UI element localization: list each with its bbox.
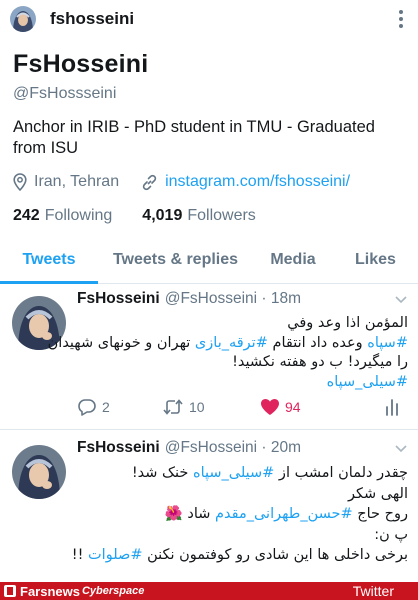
like-count: 94 <box>285 399 301 415</box>
tweet-line: برخی داخلی ها این شادی رو کوفتمون نکنن #… <box>72 545 408 566</box>
tab-tweets-and-replies[interactable]: Tweets & replies <box>98 236 253 283</box>
tweet-text-span: چقدر دلمان امشب از <box>274 465 408 481</box>
retweet-icon <box>163 399 183 415</box>
tweet-author-meta: @FsHosseini · 18m <box>164 290 302 307</box>
location-pin-icon <box>13 173 27 191</box>
hashtag[interactable]: #حسن_طهرانی_مقدم <box>215 506 353 522</box>
following-stat[interactable]: 242 Following <box>13 207 112 225</box>
top-bar: fshosseini <box>0 0 418 38</box>
tweet-actions: 2 10 94 <box>77 398 407 416</box>
avatar-icon <box>12 445 66 499</box>
heart-icon <box>261 399 279 415</box>
tweet-author-meta: @FsHosseini · 20m <box>164 439 302 456</box>
tweet-text-span: تهران و خونهای شهیدان <box>47 334 195 351</box>
avatar-icon <box>10 6 36 32</box>
followers-label: Followers <box>187 207 256 224</box>
retweet-button[interactable]: 10 <box>162 398 260 416</box>
retweet-count: 10 <box>189 399 205 415</box>
tweet-author-name: FsHosseini <box>77 290 160 307</box>
analytics-icon <box>386 399 398 416</box>
tweet-header: FsHosseini @FsHosseini · 18m <box>77 290 408 308</box>
reply-button[interactable]: 2 <box>77 398 162 416</box>
tweet-line: #سپاه وعده داد انتقام #ترقه_بازی تهران و… <box>48 334 408 354</box>
tweet-text-span: !! <box>71 547 89 563</box>
tweet-text-span: وعده داد انتقام <box>267 334 368 351</box>
tweet-line: پ ن: <box>374 526 408 543</box>
tweet-line: #سیلی_سپاه <box>77 373 408 393</box>
profile-link[interactable]: instagram.com/fshosseini/ <box>141 173 350 191</box>
tweet-line: الهی شکر <box>348 485 408 502</box>
followers-count: 4,019 <box>142 207 183 224</box>
tweet[interactable]: FsHosseini @FsHosseini · 18m المؤمن اذا … <box>0 284 418 430</box>
tweet-line: روح حاج #حسن_طهرانی_مقدم شاد 🌺 <box>77 504 408 525</box>
ribbon-brand: Farsnews <box>20 583 80 599</box>
tweet-header: FsHosseini @FsHosseini · 20m <box>77 439 408 457</box>
watermark-ribbon: Farsnews Cyberspace Twitter <box>0 582 418 600</box>
like-button[interactable]: 94 <box>260 398 385 416</box>
avatar[interactable] <box>12 445 66 499</box>
username: @FsHossseini <box>13 85 117 102</box>
display-name: FsHosseini <box>13 50 149 78</box>
tweet-text: چقدر دلمان امشب از #سیلی_سپاه خنک شد! ال… <box>72 463 408 566</box>
tweet-text-span: شاد 🌺 <box>164 506 216 522</box>
tweet-line: را میگیرد! ب دو هفته نکشید! <box>232 354 408 370</box>
farsnews-logo-icon <box>4 585 16 597</box>
following-count: 242 <box>13 207 40 224</box>
tweet-text-span: خنک شد! <box>131 465 193 481</box>
reply-icon <box>78 399 96 416</box>
reply-count: 2 <box>102 399 110 415</box>
ribbon-right: Twitter <box>352 583 394 599</box>
follow-stats: 242 Following 4,019 Followers <box>13 207 413 225</box>
tweet-text-span: برخی داخلی ها این شادی رو کوفتمون نکنن <box>142 547 408 563</box>
tweet[interactable]: FsHosseini @FsHosseini · 20m چقدر دلمان … <box>0 431 418 582</box>
analytics-button[interactable] <box>385 398 399 416</box>
location: Iran, Tehran <box>13 173 119 191</box>
chevron-down-icon[interactable] <box>394 441 408 455</box>
following-label: Following <box>44 207 113 224</box>
location-text: Iran, Tehran <box>34 173 120 190</box>
avatar[interactable] <box>10 6 36 32</box>
tweet-text: المؤمن اذا وعد وفي #سپاه وعده داد انتقام… <box>48 314 408 393</box>
ribbon-sub: Cyberspace <box>81 585 145 597</box>
profile-tabs: Tweets Tweets & replies Media Likes <box>0 236 418 284</box>
tab-media[interactable]: Media <box>253 236 333 283</box>
tweet-text-span: روح حاج <box>352 506 408 522</box>
hashtag[interactable]: #سیلی_سپاه <box>193 465 274 481</box>
more-options-icon[interactable] <box>392 7 410 31</box>
hashtag[interactable]: #صلوات <box>88 547 142 563</box>
hashtag[interactable]: #ترقه_بازی <box>195 335 268 351</box>
profile-link-text[interactable]: instagram.com/fshosseini/ <box>165 173 350 191</box>
tweet-line: چقدر دلمان امشب از #سیلی_سپاه خنک شد! <box>77 463 408 484</box>
profile-meta: Iran, Tehran instagram.com/fshosseini/ <box>13 173 413 191</box>
hashtag[interactable]: #سپاه <box>367 335 408 351</box>
tab-tweets[interactable]: Tweets <box>0 236 98 284</box>
profile-header: FsHosseini @FsHossseini Anchor in IRIB -… <box>13 50 413 225</box>
tab-likes[interactable]: Likes <box>333 236 418 283</box>
tweet-line: المؤمن اذا وعد وفي <box>287 315 408 331</box>
hashtag[interactable]: #سیلی_سپاه <box>327 374 408 390</box>
followers-stat[interactable]: 4,019 Followers <box>142 207 256 225</box>
link-icon <box>142 174 157 190</box>
tweet-author-name: FsHosseini <box>77 439 160 456</box>
top-handle: fshosseini <box>50 9 135 28</box>
bio: Anchor in IRIB - PhD student in TMU - Gr… <box>13 118 375 157</box>
chevron-down-icon[interactable] <box>394 292 408 306</box>
